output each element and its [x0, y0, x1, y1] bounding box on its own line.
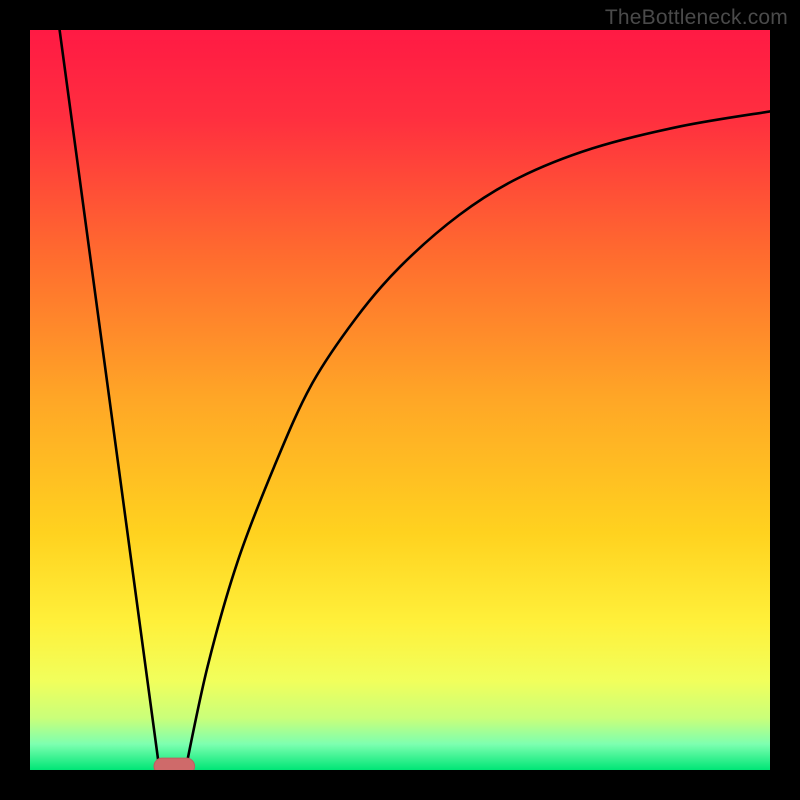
chart-frame: TheBottleneck.com [0, 0, 800, 800]
gradient-background [30, 30, 770, 770]
watermark-text: TheBottleneck.com [605, 6, 788, 30]
min-marker-pill [154, 758, 195, 770]
bottleneck-chart [30, 30, 770, 770]
